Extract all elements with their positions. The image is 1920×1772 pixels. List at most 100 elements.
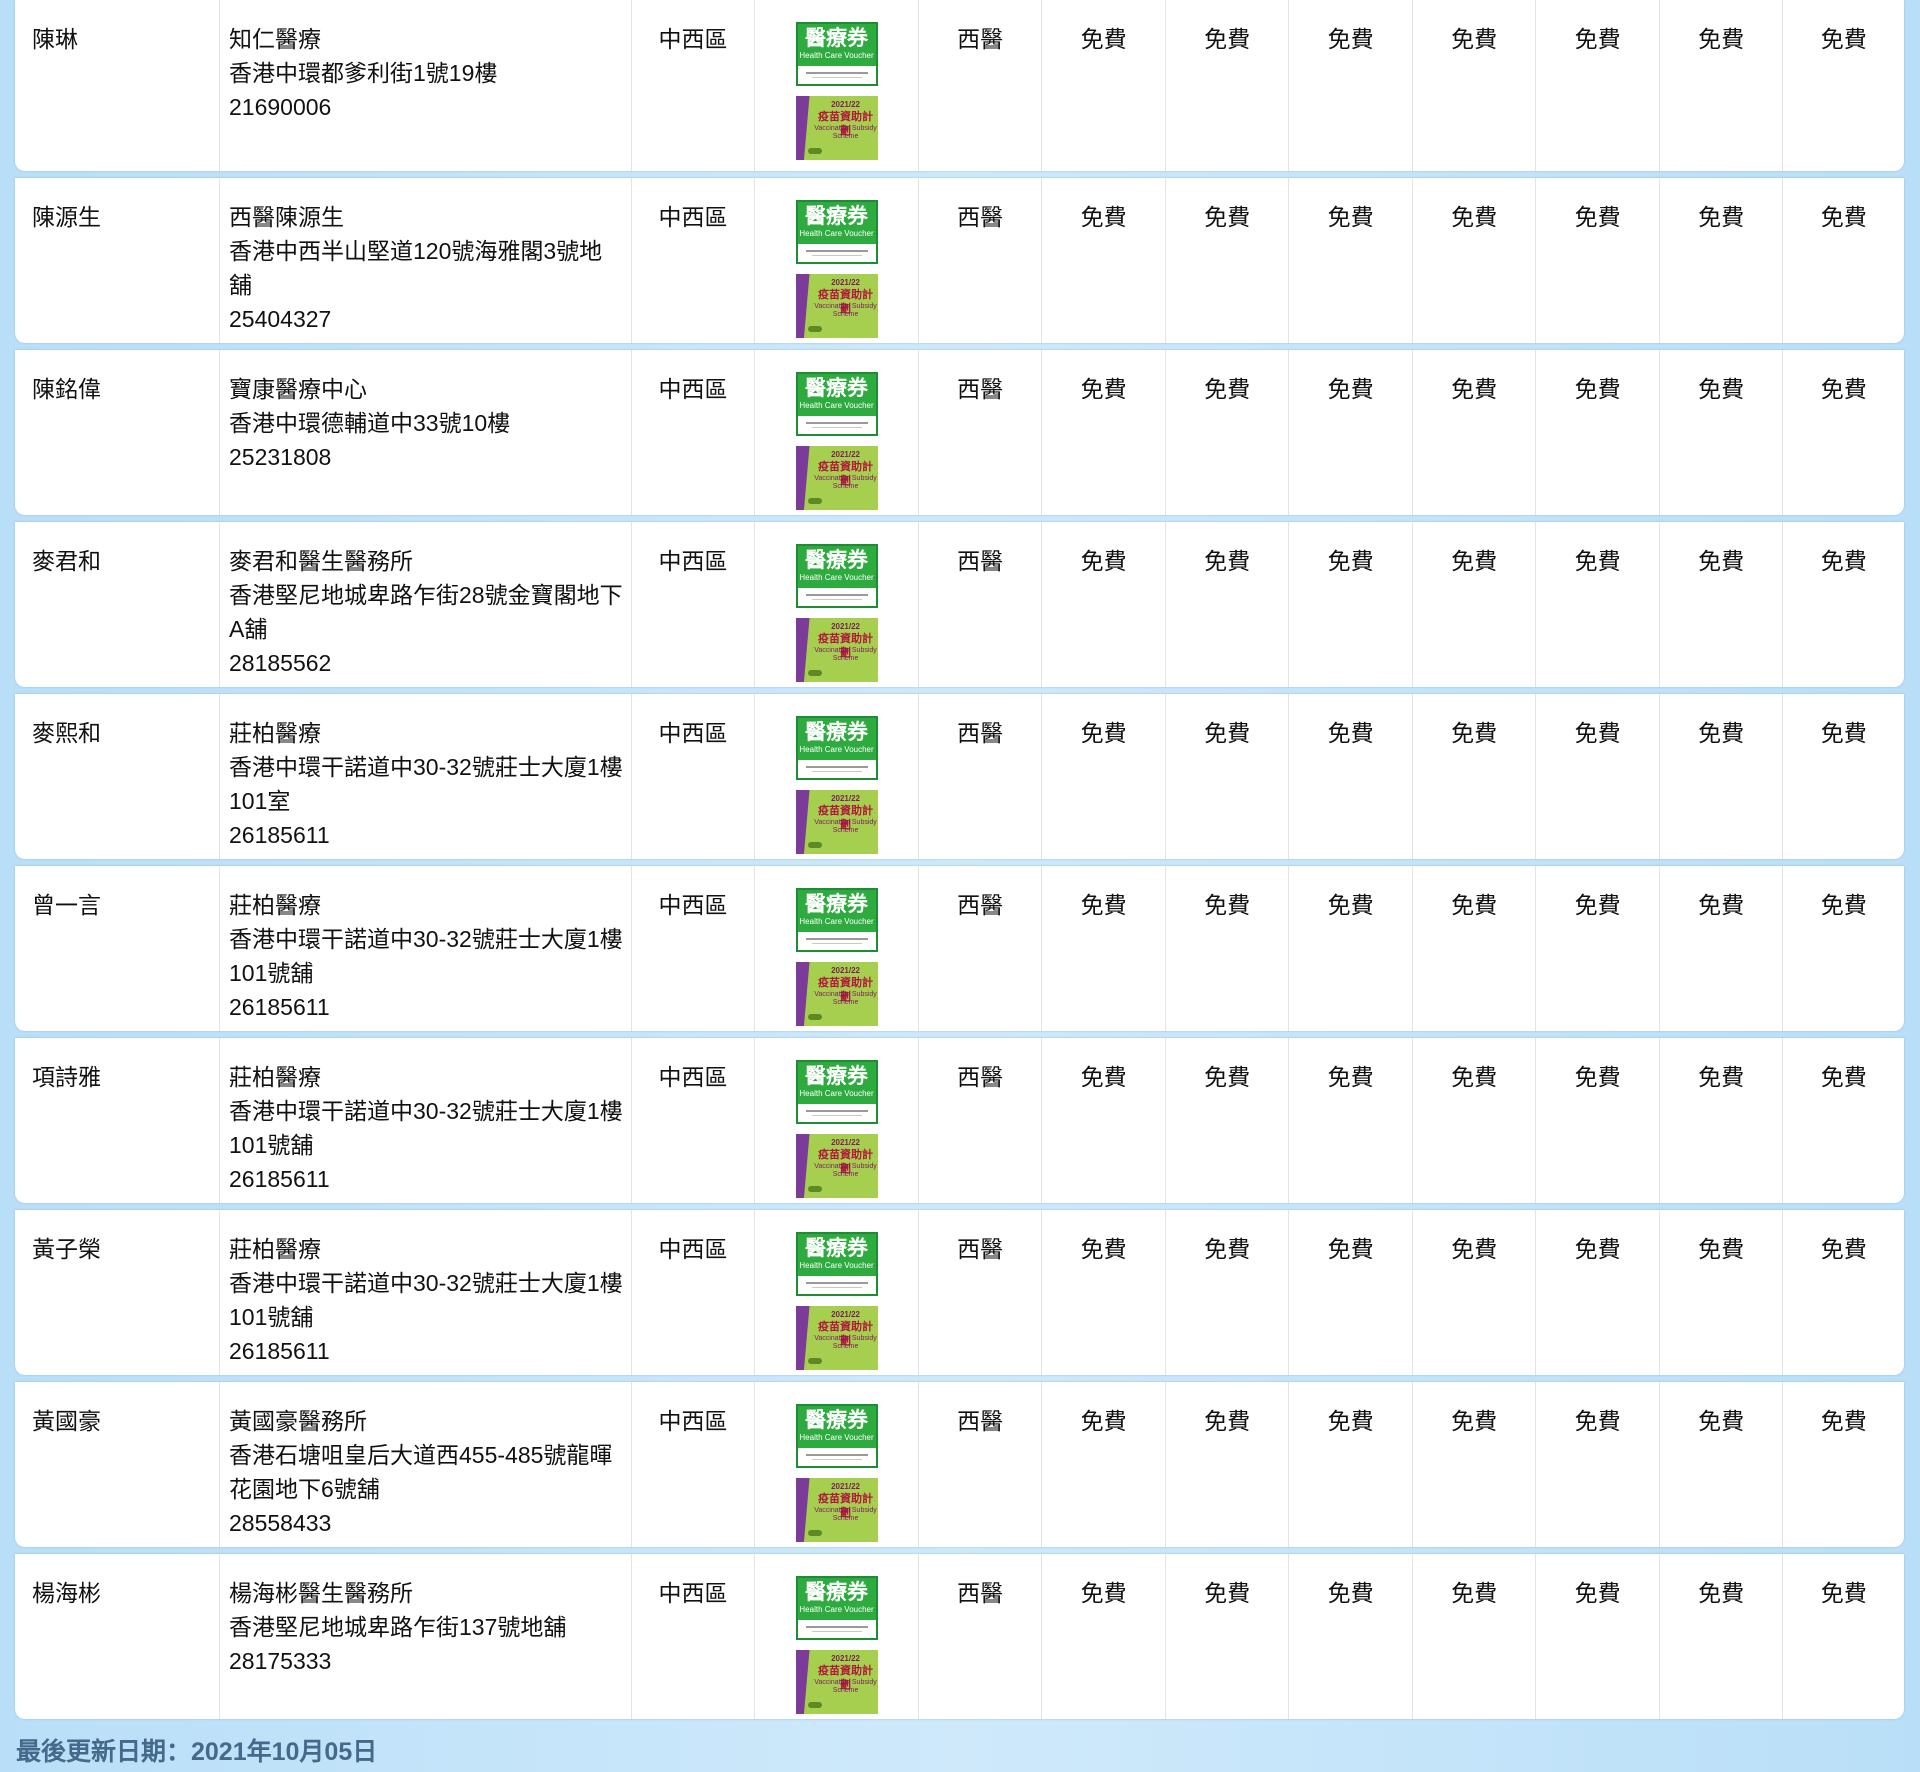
vaccine-logo-year: 2021/22 — [831, 450, 860, 459]
fee-cell: 免費 — [1413, 694, 1537, 859]
health-care-voucher-logo: 醫療券 Health Care Voucher — [795, 372, 878, 436]
health-care-voucher-logo: 醫療券 Health Care Voucher — [795, 544, 878, 608]
doctor-row: 陳琳 知仁醫療 香港中環都爹利街1號19樓 21690006 中西區 醫療券 Health … — [15, 0, 1904, 171]
vaccination-subsidy-scheme-logo: 2021/22 疫苗資助計劃 Vaccination Subsidy Scheme — [795, 1134, 878, 1198]
fee-cell: 免費 — [1660, 1382, 1784, 1547]
doctor-name: 項詩雅 — [15, 1038, 221, 1203]
scheme-badges: 醫療券 Health Care Voucher 2021/22 疫苗資助計劃 Vacci… — [755, 866, 919, 1031]
fee-cell: 免費 — [1042, 0, 1166, 171]
doctor-type: 西醫 — [919, 694, 1043, 859]
fee-cell: 免費 — [1536, 1038, 1660, 1203]
voucher-logo-footer — [797, 244, 876, 262]
vaccine-logo-subtitle: Vaccination Subsidy Scheme — [814, 1335, 877, 1350]
clinic-phone: 26185611 — [229, 822, 330, 848]
fee-cell: 免費 — [1820, 1408, 1867, 1434]
doctor-type: 西醫 — [919, 0, 1043, 171]
clinic-phone: 26185611 — [229, 1166, 330, 1192]
clinic-info: 西醫陳源生 香港中西半山堅道120號海雅閣3號地舖 25404327 — [220, 178, 632, 343]
voucher-logo-footer — [797, 1620, 876, 1638]
district: 中西區 — [632, 178, 756, 343]
doctor-row: 麥熙和 莊柏醫療 香港中環干諾道中30-32號莊士大廈1樓 101室 26185611 中… — [15, 694, 1904, 859]
fee-cell: 免費 — [1660, 1210, 1784, 1375]
voucher-logo-footer — [797, 1448, 876, 1466]
fee-cell: 免費 — [1820, 26, 1867, 52]
health-care-voucher-logo: 醫療券 Health Care Voucher — [795, 1404, 878, 1468]
doctor-row: 陳銘偉 寶康醫療中心 香港中環德輔道中33號10樓 25231808 中西區 醫療券 Hea… — [15, 350, 1904, 515]
fee-cell: 免費 — [1289, 1554, 1413, 1719]
fee-cell: 免費 — [1166, 1382, 1290, 1547]
vaccine-logo-subtitle: Vaccination Subsidy Scheme — [814, 1163, 877, 1178]
vaccine-logo-year: 2021/22 — [831, 278, 860, 287]
clinic-phone: 28185562 — [229, 650, 332, 676]
voucher-logo-title: 醫療券 — [805, 375, 869, 400]
clinic-address-line: 香港中環干諾道中30-32號莊士大廈1樓 — [229, 926, 623, 952]
clinic-address-line: 香港中環德輔道中33號10樓 — [229, 410, 511, 436]
doctor-type: 西醫 — [919, 1382, 1043, 1547]
clinic-name: 莊柏醫療 — [229, 1236, 322, 1262]
clinic-phone: 26185611 — [229, 1338, 330, 1364]
doctor-row: 黃國豪 黃國豪醫務所 香港石塘咀皇后大道西455-485號龍暉 花園地下6號舖 2855… — [15, 1382, 1904, 1547]
doctor-name: 曾一言 — [15, 866, 221, 1031]
clinic-phone: 28558433 — [229, 1510, 332, 1536]
voucher-logo-footer — [797, 416, 876, 434]
doctor-type: 西醫 — [919, 1554, 1043, 1719]
doctor-name: 麥君和 — [15, 522, 221, 687]
fee-cell: 免費 — [1536, 694, 1660, 859]
fee-cell: 免費 — [1289, 0, 1413, 171]
fee-cell: 免費 — [1820, 204, 1867, 230]
doctor-type: 西醫 — [919, 1038, 1043, 1203]
health-care-voucher-logo: 醫療券 Health Care Voucher — [795, 1232, 878, 1296]
fee-cell: 免費 — [1660, 0, 1784, 171]
doctor-name: 麥熙和 — [15, 694, 221, 859]
clinic-address-line: 香港中環干諾道中30-32號莊士大廈1樓 — [229, 1270, 623, 1296]
scheme-badges: 醫療券 Health Care Voucher 2021/22 疫苗資助計劃 Vacci… — [755, 522, 919, 687]
doctor-list: 陳琳 知仁醫療 香港中環都爹利街1號19樓 21690006 中西區 醫療券 Health … — [15, 0, 1904, 1726]
district: 中西區 — [632, 694, 756, 859]
fee-cell: 免費 — [1166, 350, 1290, 515]
fee-cell: 免費 — [1660, 1554, 1784, 1719]
clinic-address-line: 101號舖 — [229, 1132, 314, 1158]
clinic-address-line: 花園地下6號舖 — [229, 1476, 380, 1502]
vaccine-logo-subtitle: Vaccination Subsidy Scheme — [814, 125, 877, 140]
clinic-address-line: 香港中環都爹利街1號19樓 — [229, 60, 498, 86]
health-care-voucher-logo: 醫療券 Health Care Voucher — [795, 1576, 878, 1640]
fee-cell: 免費 — [1042, 1382, 1166, 1547]
fee-cell: 免費 — [1289, 178, 1413, 343]
district: 中西區 — [632, 866, 756, 1031]
vaccine-logo-year: 2021/22 — [831, 622, 860, 631]
voucher-logo-title: 醫療券 — [805, 203, 869, 228]
doctor-row: 項詩雅 莊柏醫療 香港中環干諾道中30-32號莊士大廈1樓 101號舖 26185611… — [15, 1038, 1904, 1203]
vaccine-logo-subtitle: Vaccination Subsidy Scheme — [814, 303, 877, 318]
clinic-address-line: 101室 — [229, 788, 291, 814]
fee-cell: 免費 — [1413, 178, 1537, 343]
scheme-badges: 醫療券 Health Care Voucher 2021/22 疫苗資助計劃 Vacci… — [755, 1382, 919, 1547]
fee-cell: 免費 — [1536, 350, 1660, 515]
fee-cell: 免費 — [1289, 350, 1413, 515]
clinic-info: 楊海彬醫生醫務所 香港堅尼地城卑路乍街137號地舖 28175333 — [220, 1554, 632, 1719]
vaccination-subsidy-scheme-logo: 2021/22 疫苗資助計劃 Vaccination Subsidy Scheme — [795, 1478, 878, 1542]
district: 中西區 — [632, 1210, 756, 1375]
voucher-logo-title: 醫療券 — [805, 1407, 869, 1432]
voucher-logo-subtitle: Health Care Voucher — [799, 917, 874, 926]
health-care-voucher-logo: 醫療券 Health Care Voucher — [795, 200, 878, 264]
fee-cell: 免費 — [1536, 1382, 1660, 1547]
voucher-logo-subtitle: Health Care Voucher — [799, 229, 874, 238]
scheme-badges: 醫療券 Health Care Voucher 2021/22 疫苗資助計劃 Vacci… — [755, 1210, 919, 1375]
vaccine-logo-subtitle: Vaccination Subsidy Scheme — [814, 1679, 877, 1694]
fee-cell: 免費 — [1820, 892, 1867, 918]
voucher-logo-title: 醫療券 — [805, 547, 869, 572]
doctor-row: 麥君和 麥君和醫生醫務所 香港堅尼地城卑路乍街28號金寶閣地下 A舖 28185562 中… — [15, 522, 1904, 687]
fee-cell: 免費 — [1536, 522, 1660, 687]
fee-cell: 免費 — [1042, 866, 1166, 1031]
doctor-row: 楊海彬 楊海彬醫生醫務所 香港堅尼地城卑路乍街137號地舖 28175333 中西區 醫療… — [15, 1554, 1904, 1719]
fee-cell: 免費 — [1289, 1038, 1413, 1203]
clinic-address-line: 香港中環干諾道中30-32號莊士大廈1樓 — [229, 754, 623, 780]
doctor-name: 陳源生 — [15, 178, 221, 343]
vaccination-subsidy-scheme-logo: 2021/22 疫苗資助計劃 Vaccination Subsidy Scheme — [795, 1306, 878, 1370]
doctor-name: 陳銘偉 — [15, 350, 221, 515]
vaccine-logo-subtitle: Vaccination Subsidy Scheme — [814, 647, 877, 662]
fee-cell: 免費 — [1042, 178, 1166, 343]
fee-cell: 免費 — [1413, 0, 1537, 171]
clinic-info: 莊柏醫療 香港中環干諾道中30-32號莊士大廈1樓 101號舖 26185611 — [220, 866, 632, 1031]
fee-cell: 免費 — [1820, 376, 1867, 402]
